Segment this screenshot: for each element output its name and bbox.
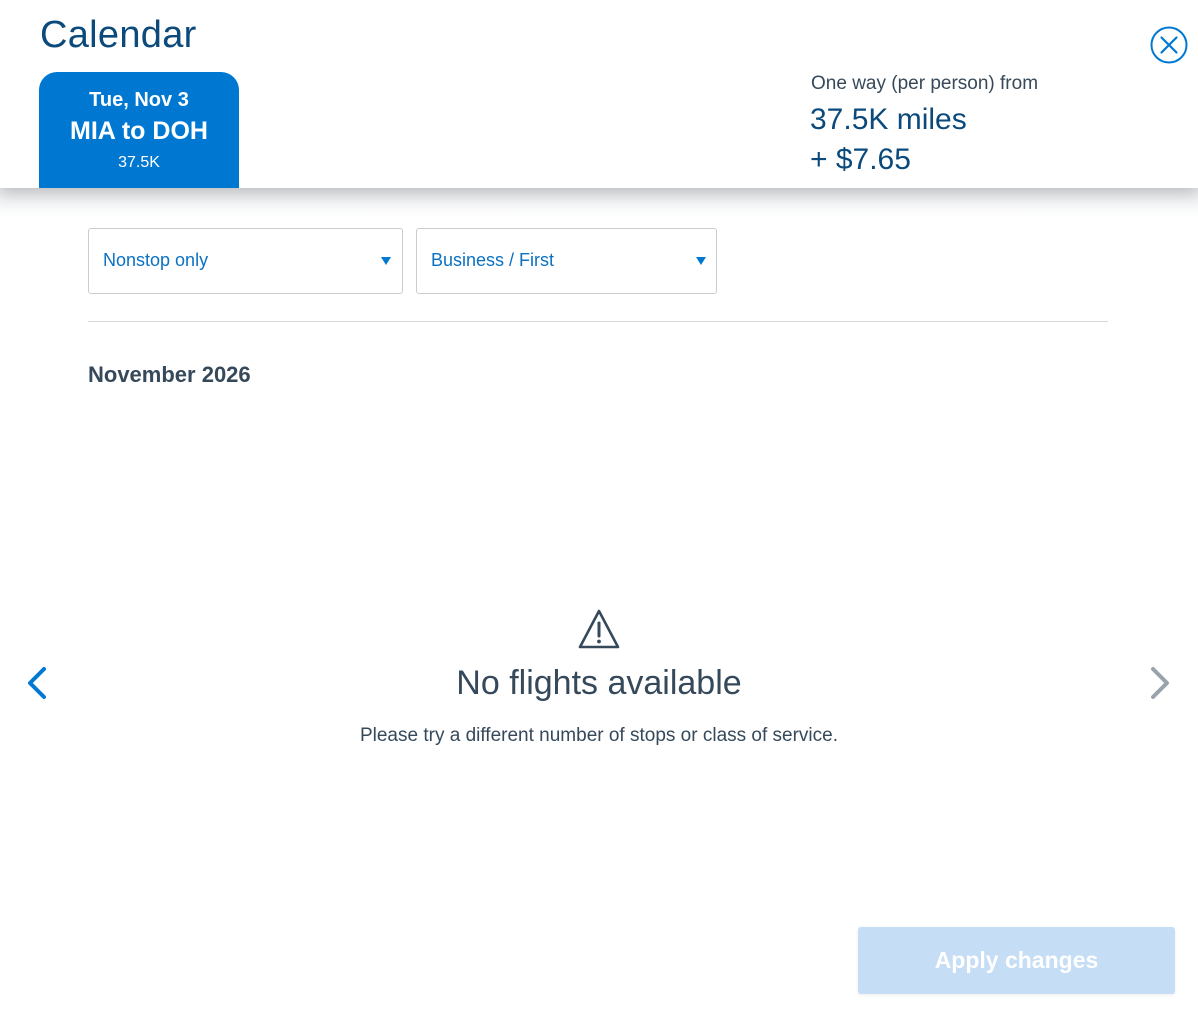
cabin-select-value: Business / First [431,250,555,270]
stops-select[interactable]: Nonstop only [88,228,403,294]
month-heading: November 2026 [88,362,251,387]
tab-date: Tue, Nov 3 [89,89,189,111]
fare-label: One way (per person) from [811,73,1039,94]
page-title: Calendar [40,14,197,56]
tab-miles: 37.5K [118,154,160,171]
fare-cash: + $7.65 [810,143,911,176]
chevron-down-icon [696,257,706,265]
stops-select-value: Nonstop only [103,250,209,270]
header-shadow [0,188,1198,218]
tab-route: MIA to DOH [70,117,208,145]
empty-state-message: Please try a different number of stops o… [359,725,839,746]
empty-state-title: No flights available [456,664,742,702]
warning-icon [578,609,620,649]
divider [88,321,1108,322]
chevron-down-icon [381,257,391,265]
fare-miles: 37.5K miles [810,103,967,136]
modal-header: Calendar Tue, Nov 3 MIA to DOH 37.5K One… [0,0,1198,188]
close-icon[interactable] [1150,26,1188,64]
date-tab-selected[interactable]: Tue, Nov 3 MIA to DOH 37.5K [39,72,239,188]
chevron-right-icon[interactable] [1143,664,1175,702]
apply-changes-button[interactable]: Apply changes [858,927,1175,994]
calendar-modal: Calendar Tue, Nov 3 MIA to DOH 37.5K One… [0,0,1198,1012]
cabin-select[interactable]: Business / First [416,228,717,294]
